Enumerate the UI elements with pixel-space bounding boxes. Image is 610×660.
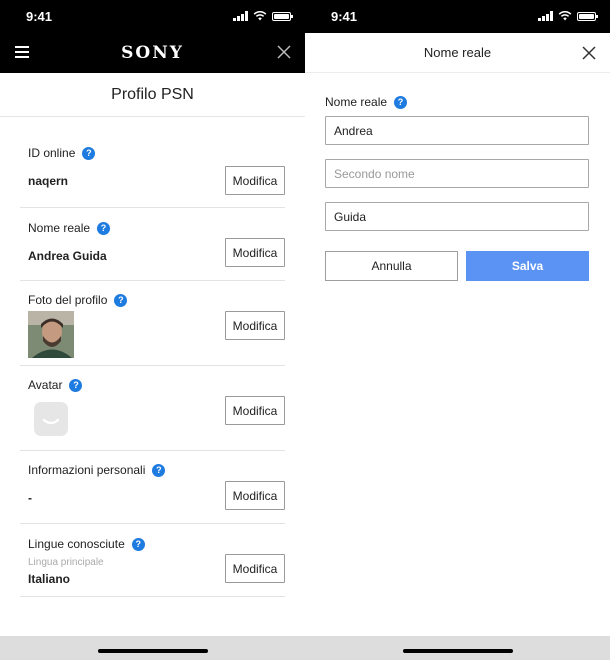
last-name-input[interactable]: [325, 202, 589, 231]
profile-photo: [28, 311, 74, 358]
nome-reale-label: Nome reale: [325, 95, 388, 109]
home-indicator[interactable]: [97, 649, 208, 653]
row-label: Informazioni personali: [28, 463, 146, 477]
battery-icon: [272, 11, 293, 21]
row-label: Avatar: [28, 378, 63, 392]
row-id-online: ID online ? naqern Modifica: [20, 128, 285, 208]
row-sublabel: Lingua principale: [28, 557, 104, 568]
modal-header: Nome reale: [305, 33, 610, 73]
sony-logo: SONY: [121, 43, 184, 63]
edit-lingue-button[interactable]: Modifica: [225, 554, 285, 583]
home-bar-area: [0, 636, 305, 660]
row-value: Italiano: [28, 572, 71, 586]
field-label: Nome reale ?: [325, 95, 408, 109]
edit-id-online-button[interactable]: Modifica: [225, 166, 285, 195]
edit-informazioni-button[interactable]: Modifica: [225, 481, 285, 510]
row-label: Lingue conosciute: [28, 537, 125, 551]
row-lingue-conosciute: Lingue conosciute ? Lingua principale It…: [20, 524, 285, 597]
app-header: SONY: [0, 33, 305, 73]
row-value: Andrea Guida: [28, 249, 107, 263]
row-foto-profilo: Foto del profilo ? Modifica: [20, 281, 285, 366]
row-avatar: Avatar ? Modifica: [20, 366, 285, 451]
modal-title: Nome reale: [423, 45, 492, 60]
help-icon[interactable]: ?: [97, 221, 111, 235]
cancel-button[interactable]: Annulla: [325, 251, 458, 281]
signal-icon: [538, 11, 553, 21]
home-bar-area: [305, 636, 610, 660]
status-time: 9:41: [26, 9, 53, 24]
help-icon[interactable]: ?: [152, 463, 166, 477]
row-label: Nome reale: [28, 221, 91, 235]
row-value: -: [28, 491, 32, 505]
signal-icon: [233, 11, 248, 21]
help-icon[interactable]: ?: [394, 95, 408, 109]
status-time: 9:41: [331, 9, 358, 24]
profile-photo-image: [28, 311, 74, 358]
status-bar: 9:41: [0, 0, 305, 33]
row-value: naqern: [28, 174, 69, 188]
profile-list: ID online ? naqern Modifica Nome reale ?…: [0, 117, 305, 597]
wifi-icon: [558, 11, 572, 21]
middle-name-input[interactable]: [325, 159, 589, 188]
save-button[interactable]: Salva: [466, 251, 589, 281]
row-label: Foto del profilo: [28, 293, 108, 307]
close-icon[interactable]: [277, 45, 291, 59]
help-icon[interactable]: ?: [114, 293, 128, 307]
battery-icon: [577, 11, 598, 21]
left-screen: 9:41 SONY Profilo PSN ID online ? naqern…: [0, 0, 305, 660]
row-label: ID online: [28, 146, 76, 160]
avatar-icon: [34, 402, 68, 436]
edit-avatar-button[interactable]: Modifica: [225, 396, 285, 425]
help-icon[interactable]: ?: [82, 146, 96, 160]
status-icons: [233, 11, 293, 21]
right-screen: 9:41 Nome reale Nome reale ? Annulla Sal…: [305, 0, 610, 660]
first-name-input[interactable]: [325, 116, 589, 145]
edit-foto-profilo-button[interactable]: Modifica: [225, 311, 285, 340]
status-icons: [538, 11, 598, 21]
wifi-icon: [253, 11, 267, 21]
help-icon[interactable]: ?: [131, 537, 145, 551]
help-icon[interactable]: ?: [69, 378, 83, 392]
edit-nome-reale-button[interactable]: Modifica: [225, 238, 285, 267]
page-title: Profilo PSN: [0, 73, 305, 117]
status-bar: 9:41: [305, 0, 610, 33]
row-informazioni-personali: Informazioni personali ? - Modifica: [20, 451, 285, 524]
close-icon[interactable]: [582, 46, 596, 60]
row-nome-reale: Nome reale ? Andrea Guida Modifica: [20, 208, 285, 281]
home-indicator[interactable]: [402, 649, 513, 653]
